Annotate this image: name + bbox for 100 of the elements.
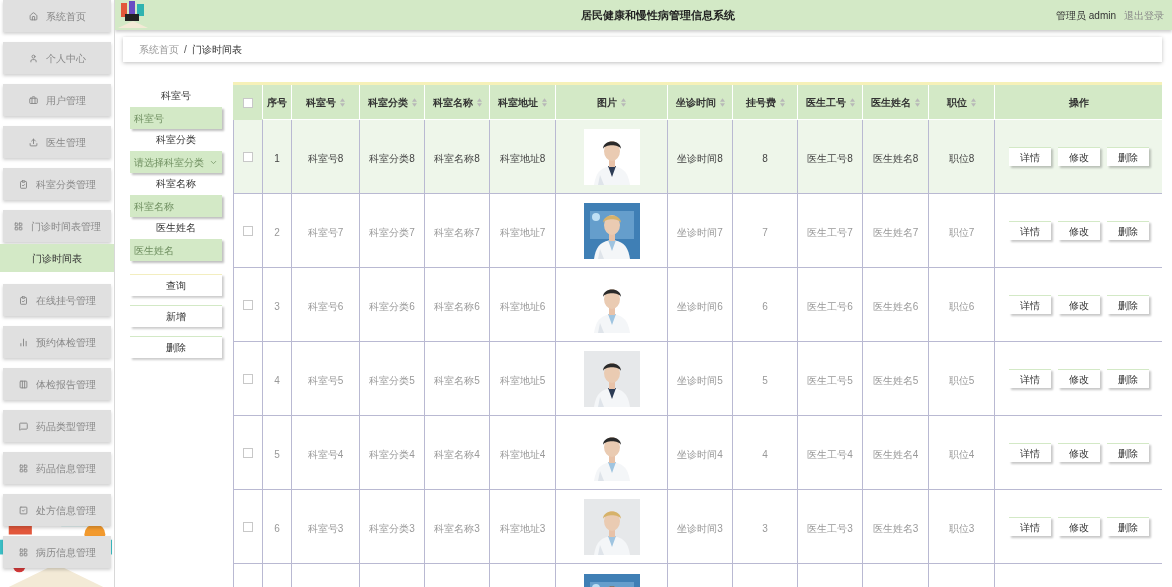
checkbox[interactable] <box>243 226 253 237</box>
briefcase-icon <box>28 95 38 105</box>
sort-icon[interactable] <box>476 98 482 107</box>
row-action-button[interactable]: 删除 <box>1106 369 1149 388</box>
table-cell: 1 <box>274 152 280 164</box>
row-action-button[interactable]: 删除 <box>1106 517 1149 536</box>
row-action-button[interactable]: 修改 <box>1057 517 1100 536</box>
table-cell: 医生工号6 <box>807 300 853 312</box>
table-cell: 科室号5 <box>307 374 344 386</box>
checkbox[interactable] <box>243 448 253 459</box>
sort-icon[interactable] <box>340 98 345 107</box>
row-action-button[interactable]: 删除 <box>1106 443 1149 462</box>
sidebar-subitem[interactable]: 门诊时间表 <box>0 244 114 272</box>
checkbox[interactable] <box>243 152 253 163</box>
sort-icon[interactable] <box>621 98 626 107</box>
table-cell: 职位7 <box>948 226 975 238</box>
checkbox[interactable] <box>243 300 253 311</box>
action-button[interactable]: 新增 <box>130 305 222 327</box>
grid-icon <box>13 221 23 231</box>
table-cell: 科室名称7 <box>434 226 480 238</box>
table-cell: 医生工号8 <box>807 152 853 164</box>
sort-icon[interactable] <box>779 98 785 107</box>
column-header: 挂号费 <box>745 96 776 110</box>
row-action-button[interactable]: 修改 <box>1057 221 1100 240</box>
sort-icon[interactable] <box>971 98 976 107</box>
row-action-button[interactable]: 删除 <box>1106 221 1149 240</box>
columns-icon <box>18 379 28 389</box>
column-header: 科室分类 <box>367 96 408 110</box>
checkbox[interactable] <box>243 374 253 385</box>
input-field[interactable]: 医生姓名 <box>130 239 222 261</box>
column-header: 医生姓名 <box>871 96 911 110</box>
table-cell: 坐诊时间7 <box>677 226 723 238</box>
row-action-button[interactable]: 修改 <box>1057 443 1100 462</box>
row-action-button[interactable]: 详情 <box>1008 147 1051 166</box>
row-action-button[interactable]: 删除 <box>1106 147 1149 166</box>
table-cell: 3 <box>274 300 280 312</box>
column-header: 科室名称 <box>432 96 473 110</box>
column-header: 坐诊时间 <box>675 96 716 110</box>
row-action-button[interactable]: 详情 <box>1008 221 1051 240</box>
column-header: 科室号 <box>306 96 336 110</box>
table-row[interactable]: 6 科室号3 科室分类3 科室名称3 科室地址3 坐诊时间3 3 医生工号3 医生姓名3 职位3 详情 修改 删除 <box>233 489 1162 564</box>
breadcrumb-link[interactable]: 门诊时间表 <box>191 42 242 57</box>
table-row[interactable]: 2 科室号7 科室分类7 科室名称7 科室地址7 坐诊时间7 7 医生工号7 医生姓名7 职位7 详情 修改 删除 <box>233 193 1162 268</box>
table-cell: 4 <box>762 448 768 460</box>
row-action-button[interactable]: 修改 <box>1057 295 1100 314</box>
checkbox[interactable] <box>243 522 253 533</box>
user-label: 管理员 admin <box>1056 8 1116 23</box>
checkbox[interactable] <box>243 98 253 109</box>
table-row[interactable]: 5 科室号4 科室分类4 科室名称4 科室地址4 坐诊时间4 4 医生工号4 医生姓名4 职位4 详情 修改 删除 <box>233 415 1162 490</box>
table-cell: 6 <box>762 300 768 312</box>
row-action-button[interactable]: 详情 <box>1008 369 1051 388</box>
field-label: 科室名称 <box>156 177 196 191</box>
action-button[interactable]: 删除 <box>130 336 222 358</box>
row-action-button[interactable]: 详情 <box>1008 443 1051 462</box>
table-cell: 坐诊时间4 <box>677 448 723 460</box>
table-cell: 科室号7 <box>307 226 344 238</box>
table-cell: 职位6 <box>948 300 975 312</box>
row-action-button[interactable]: 删除 <box>1106 295 1149 314</box>
home-icon <box>28 11 38 21</box>
row-action-button[interactable]: 详情 <box>1008 517 1051 536</box>
table-cell: 8 <box>762 152 768 164</box>
row-action-button[interactable]: 修改 <box>1057 147 1100 166</box>
sort-icon[interactable] <box>915 98 920 107</box>
table-cell: 医生姓名5 <box>872 374 919 386</box>
row-action-button[interactable]: 详情 <box>1008 295 1051 314</box>
table-cell: 科室名称4 <box>434 448 480 460</box>
action-button[interactable]: 查询 <box>130 274 222 296</box>
input-field[interactable]: 科室号 <box>130 107 222 129</box>
table-cell: 科室号4 <box>307 448 344 460</box>
clipboard-icon <box>18 179 28 189</box>
row-action-button[interactable]: 修改 <box>1057 369 1100 388</box>
table-cell: 科室分类7 <box>369 226 415 238</box>
table-cell: 科室名称5 <box>434 374 480 386</box>
column-header: 图片 <box>597 96 617 110</box>
table-cell: 科室号3 <box>307 522 344 534</box>
field-label: 科室号 <box>161 89 191 103</box>
grid-icon <box>18 463 28 473</box>
table-cell: 科室地址5 <box>499 374 546 386</box>
user-icon <box>28 53 38 63</box>
table-row[interactable]: 1 科室号8 科室分类8 科室名称8 科室地址8 坐诊时间8 8 医生工号8 医生姓名8 职位8 详情 修改 删除 <box>233 119 1162 194</box>
sort-icon[interactable] <box>719 98 725 107</box>
input-field[interactable]: 科室名称 <box>130 195 222 217</box>
column-header: 操作 <box>1068 96 1089 110</box>
table-cell: 医生姓名4 <box>872 448 919 460</box>
sort-icon[interactable] <box>542 98 547 107</box>
table-cell: 坐诊时间3 <box>677 522 723 534</box>
table-row[interactable]: 4 科室号5 科室分类5 科室名称5 科室地址5 坐诊时间5 5 医生工号5 医生姓名5 职位5 详情 修改 删除 <box>233 341 1162 416</box>
table-cell: 科室号8 <box>307 152 344 164</box>
table-row[interactable]: 3 科室号6 科室分类6 科室名称6 科室地址6 坐诊时间6 6 医生工号6 医生姓名6 职位6 详情 修改 删除 <box>233 267 1162 342</box>
table-cell: 科室地址4 <box>499 448 546 460</box>
table-cell: 科室名称8 <box>434 152 480 164</box>
field-label: 医生姓名 <box>156 221 196 235</box>
table-cell: 3 <box>762 522 768 534</box>
upload-icon <box>28 137 38 147</box>
clipboard-icon <box>18 295 28 305</box>
sort-icon[interactable] <box>411 98 417 107</box>
column-header: 职位 <box>947 96 967 110</box>
sort-icon[interactable] <box>849 98 855 107</box>
column-header: 序号 <box>267 96 287 110</box>
table-cell: 科室分类6 <box>369 300 415 312</box>
